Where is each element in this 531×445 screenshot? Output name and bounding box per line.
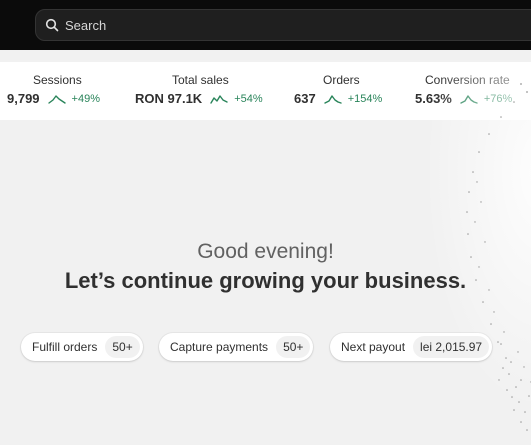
pill-label: Fulfill orders — [32, 340, 98, 354]
top-bar — [0, 0, 531, 50]
pill-label: Capture payments — [170, 340, 269, 354]
metric-value: 637 — [294, 91, 316, 106]
next-payout-button[interactable]: Next payout lei 2,015.97 — [330, 333, 493, 361]
sparkline-icon — [460, 94, 478, 104]
metric-change: +49% — [71, 92, 100, 105]
fulfill-orders-button[interactable]: Fulfill orders 50+ — [21, 333, 143, 361]
search-bar[interactable] — [35, 9, 531, 41]
pill-label: Next payout — [341, 340, 406, 354]
capture-payments-button[interactable]: Capture payments 50+ — [159, 333, 314, 361]
greeting-subtitle: Let’s continue growing your business. — [64, 268, 467, 293]
sparkline-icon — [47, 94, 66, 104]
payout-amount-badge: lei 2,015.97 — [413, 336, 490, 358]
metric-change: +54% — [234, 92, 263, 105]
metric-label: Total sales — [172, 73, 229, 87]
metric-change: +76% — [483, 92, 513, 105]
metric-label: Orders — [323, 73, 360, 87]
metric-value: RON 97.1K — [135, 91, 203, 106]
count-badge: 50+ — [276, 336, 311, 358]
search-input[interactable] — [65, 17, 505, 33]
metric-value: 9,799 — [7, 91, 40, 106]
metric-value: 5.63% — [415, 91, 452, 106]
metric-label: Sessions — [33, 73, 82, 87]
search-icon — [45, 18, 59, 32]
metrics-strip: Sessions 9,799 +49% Total sales RON 97.1… — [0, 62, 531, 120]
greeting-title: Good evening! — [197, 240, 334, 263]
count-badge: 50+ — [105, 336, 140, 358]
sparkline-icon — [324, 94, 342, 104]
metric-change: +154% — [347, 92, 383, 105]
metric-label: Conversion rate — [425, 73, 510, 87]
sparkline-icon — [210, 94, 228, 104]
